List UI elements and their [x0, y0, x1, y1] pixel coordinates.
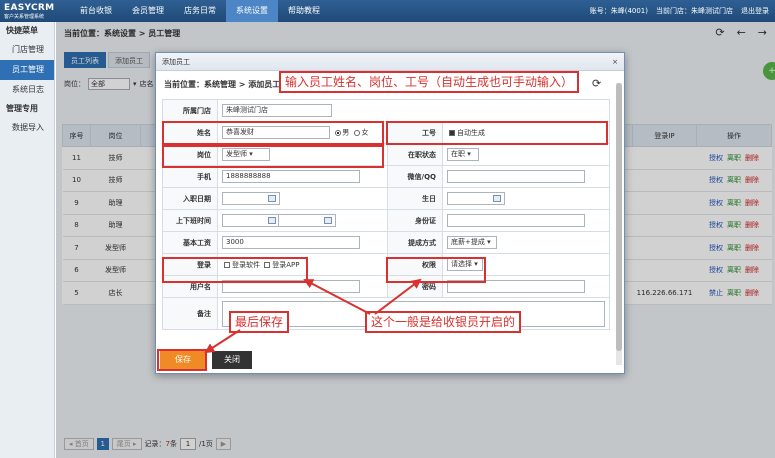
- arrow-to-login: [303, 279, 371, 315]
- arrow-to-save: [204, 329, 241, 354]
- annotation-arrows: [204, 278, 422, 354]
- arrow-to-permission: [374, 278, 422, 315]
